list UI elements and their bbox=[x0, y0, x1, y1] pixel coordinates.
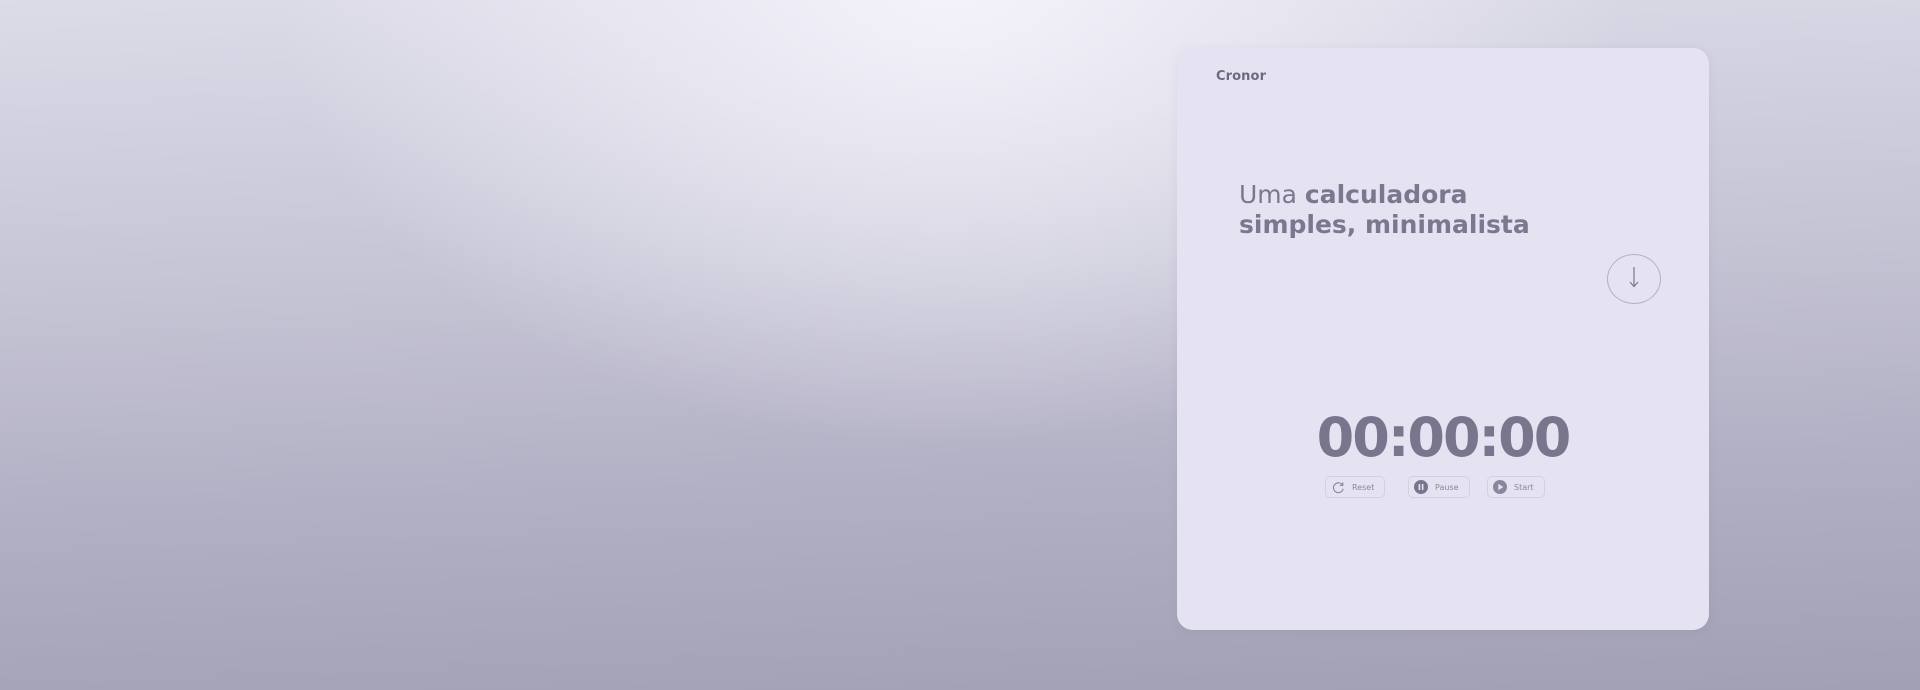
hero-headline: Uma calculadora simples, minimalista bbox=[1239, 180, 1569, 240]
start-button[interactable]: Start bbox=[1487, 476, 1545, 498]
headline-bold-text-1: calculadora bbox=[1304, 180, 1468, 209]
timer-controls: Reset Pause Start bbox=[1325, 476, 1565, 498]
pause-icon bbox=[1414, 480, 1428, 494]
timer-card: Cronor Uma calculadora simples, minimali… bbox=[1177, 48, 1709, 630]
arrow-down-icon bbox=[1628, 266, 1640, 292]
scroll-down-button[interactable] bbox=[1607, 254, 1661, 304]
brand-logo: Cronor bbox=[1216, 69, 1267, 84]
pause-label: Pause bbox=[1435, 482, 1459, 492]
play-icon bbox=[1493, 480, 1507, 494]
pause-button[interactable]: Pause bbox=[1408, 476, 1470, 498]
start-label: Start bbox=[1514, 482, 1534, 492]
reset-button[interactable]: Reset bbox=[1325, 476, 1386, 498]
timer-display: 00:00:00 bbox=[1316, 406, 1572, 469]
headline-bold-text-2: simples, minimalista bbox=[1239, 210, 1530, 239]
reset-icon bbox=[1331, 480, 1345, 494]
reset-label: Reset bbox=[1352, 482, 1375, 492]
headline-light-text: Uma bbox=[1239, 180, 1305, 209]
